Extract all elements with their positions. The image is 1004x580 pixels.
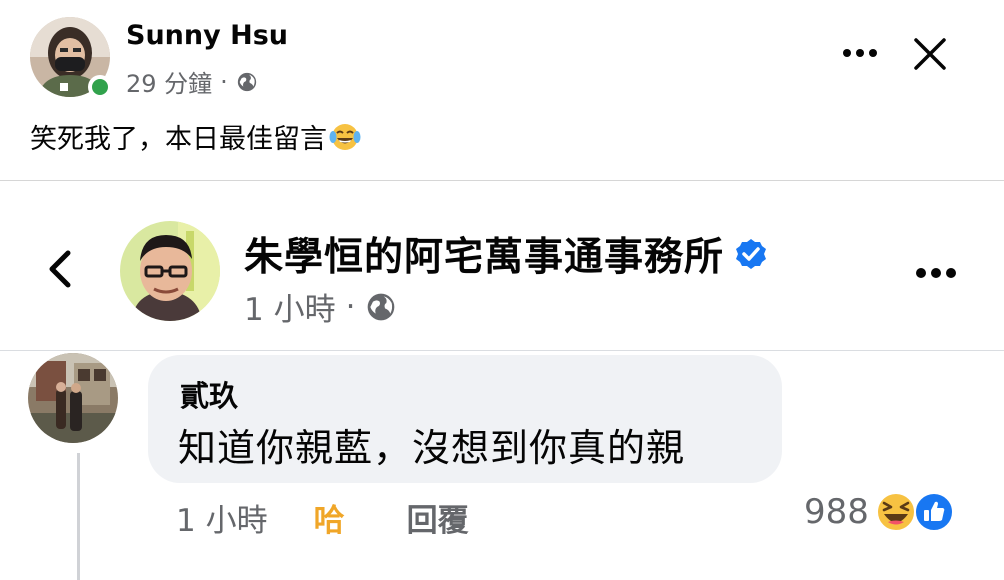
commenter-name[interactable]: 貳玖: [180, 373, 238, 415]
reply-button[interactable]: 回覆: [407, 495, 469, 540]
page-name[interactable]: 朱學恒的阿宅萬事通事務所: [244, 226, 768, 282]
shared-page-header: 朱學恒的阿宅萬事通事務所 1 小時 ·: [0, 181, 1004, 351]
globe-icon[interactable]: [365, 291, 397, 323]
author-name[interactable]: Sunny Hsu: [126, 20, 288, 51]
meta-separator: ·: [220, 67, 228, 96]
post-meta: 29 分鐘 ·: [126, 64, 258, 99]
close-icon: [914, 38, 946, 70]
comment-time[interactable]: 1 小時: [176, 495, 268, 540]
comment-text: 知道你親藍，沒想到你真的親: [178, 426, 686, 470]
post-header: Sunny Hsu 29 分鐘 · 笑死我了，本日最佳留言: [0, 0, 1004, 180]
shared-screenshot: 朱學恒的阿宅萬事通事務所 1 小時 · 貳玖 知道你親藍，沒想到你真的親 1 小…: [0, 180, 1004, 580]
page-avatar[interactable]: [120, 221, 220, 321]
face-with-tears-of-joy-emoji: [329, 123, 361, 150]
commenter-avatar[interactable]: [28, 353, 118, 443]
page-more-button[interactable]: [912, 257, 960, 289]
post-more-button[interactable]: [838, 38, 882, 68]
globe-icon[interactable]: [236, 71, 258, 93]
reaction-count: 988: [804, 492, 869, 532]
page-name-text: 朱學恒的阿宅萬事通事務所: [244, 235, 725, 280]
post-text-content: 笑死我了，本日最佳留言: [30, 124, 327, 155]
online-status-dot: [88, 75, 112, 99]
more-icon: [843, 49, 877, 57]
post-time[interactable]: 29 分鐘: [126, 64, 212, 99]
comment-actions: 1 小時 哈 回覆: [176, 495, 469, 540]
author-avatar[interactable]: [30, 17, 112, 99]
reply-thread-line: [77, 453, 80, 580]
page-post-meta: 1 小時 ·: [244, 284, 397, 329]
more-icon: [916, 268, 956, 278]
verified-badge-icon: [736, 239, 767, 269]
reaction-summary[interactable]: 988: [804, 491, 961, 533]
reaction-icons: [875, 491, 961, 533]
comment-bubble[interactable]: 貳玖 知道你親藍，沒想到你真的親: [148, 355, 782, 483]
chevron-left-icon: [49, 250, 71, 288]
like-icon: [913, 492, 954, 532]
page-post-time[interactable]: 1 小時: [244, 284, 336, 329]
back-button[interactable]: [38, 245, 82, 293]
close-button[interactable]: [906, 32, 954, 76]
meta-separator: ·: [345, 288, 356, 325]
haha-icon: [875, 492, 916, 532]
post-text: 笑死我了，本日最佳留言: [30, 117, 361, 156]
reaction-button[interactable]: 哈: [314, 495, 345, 540]
